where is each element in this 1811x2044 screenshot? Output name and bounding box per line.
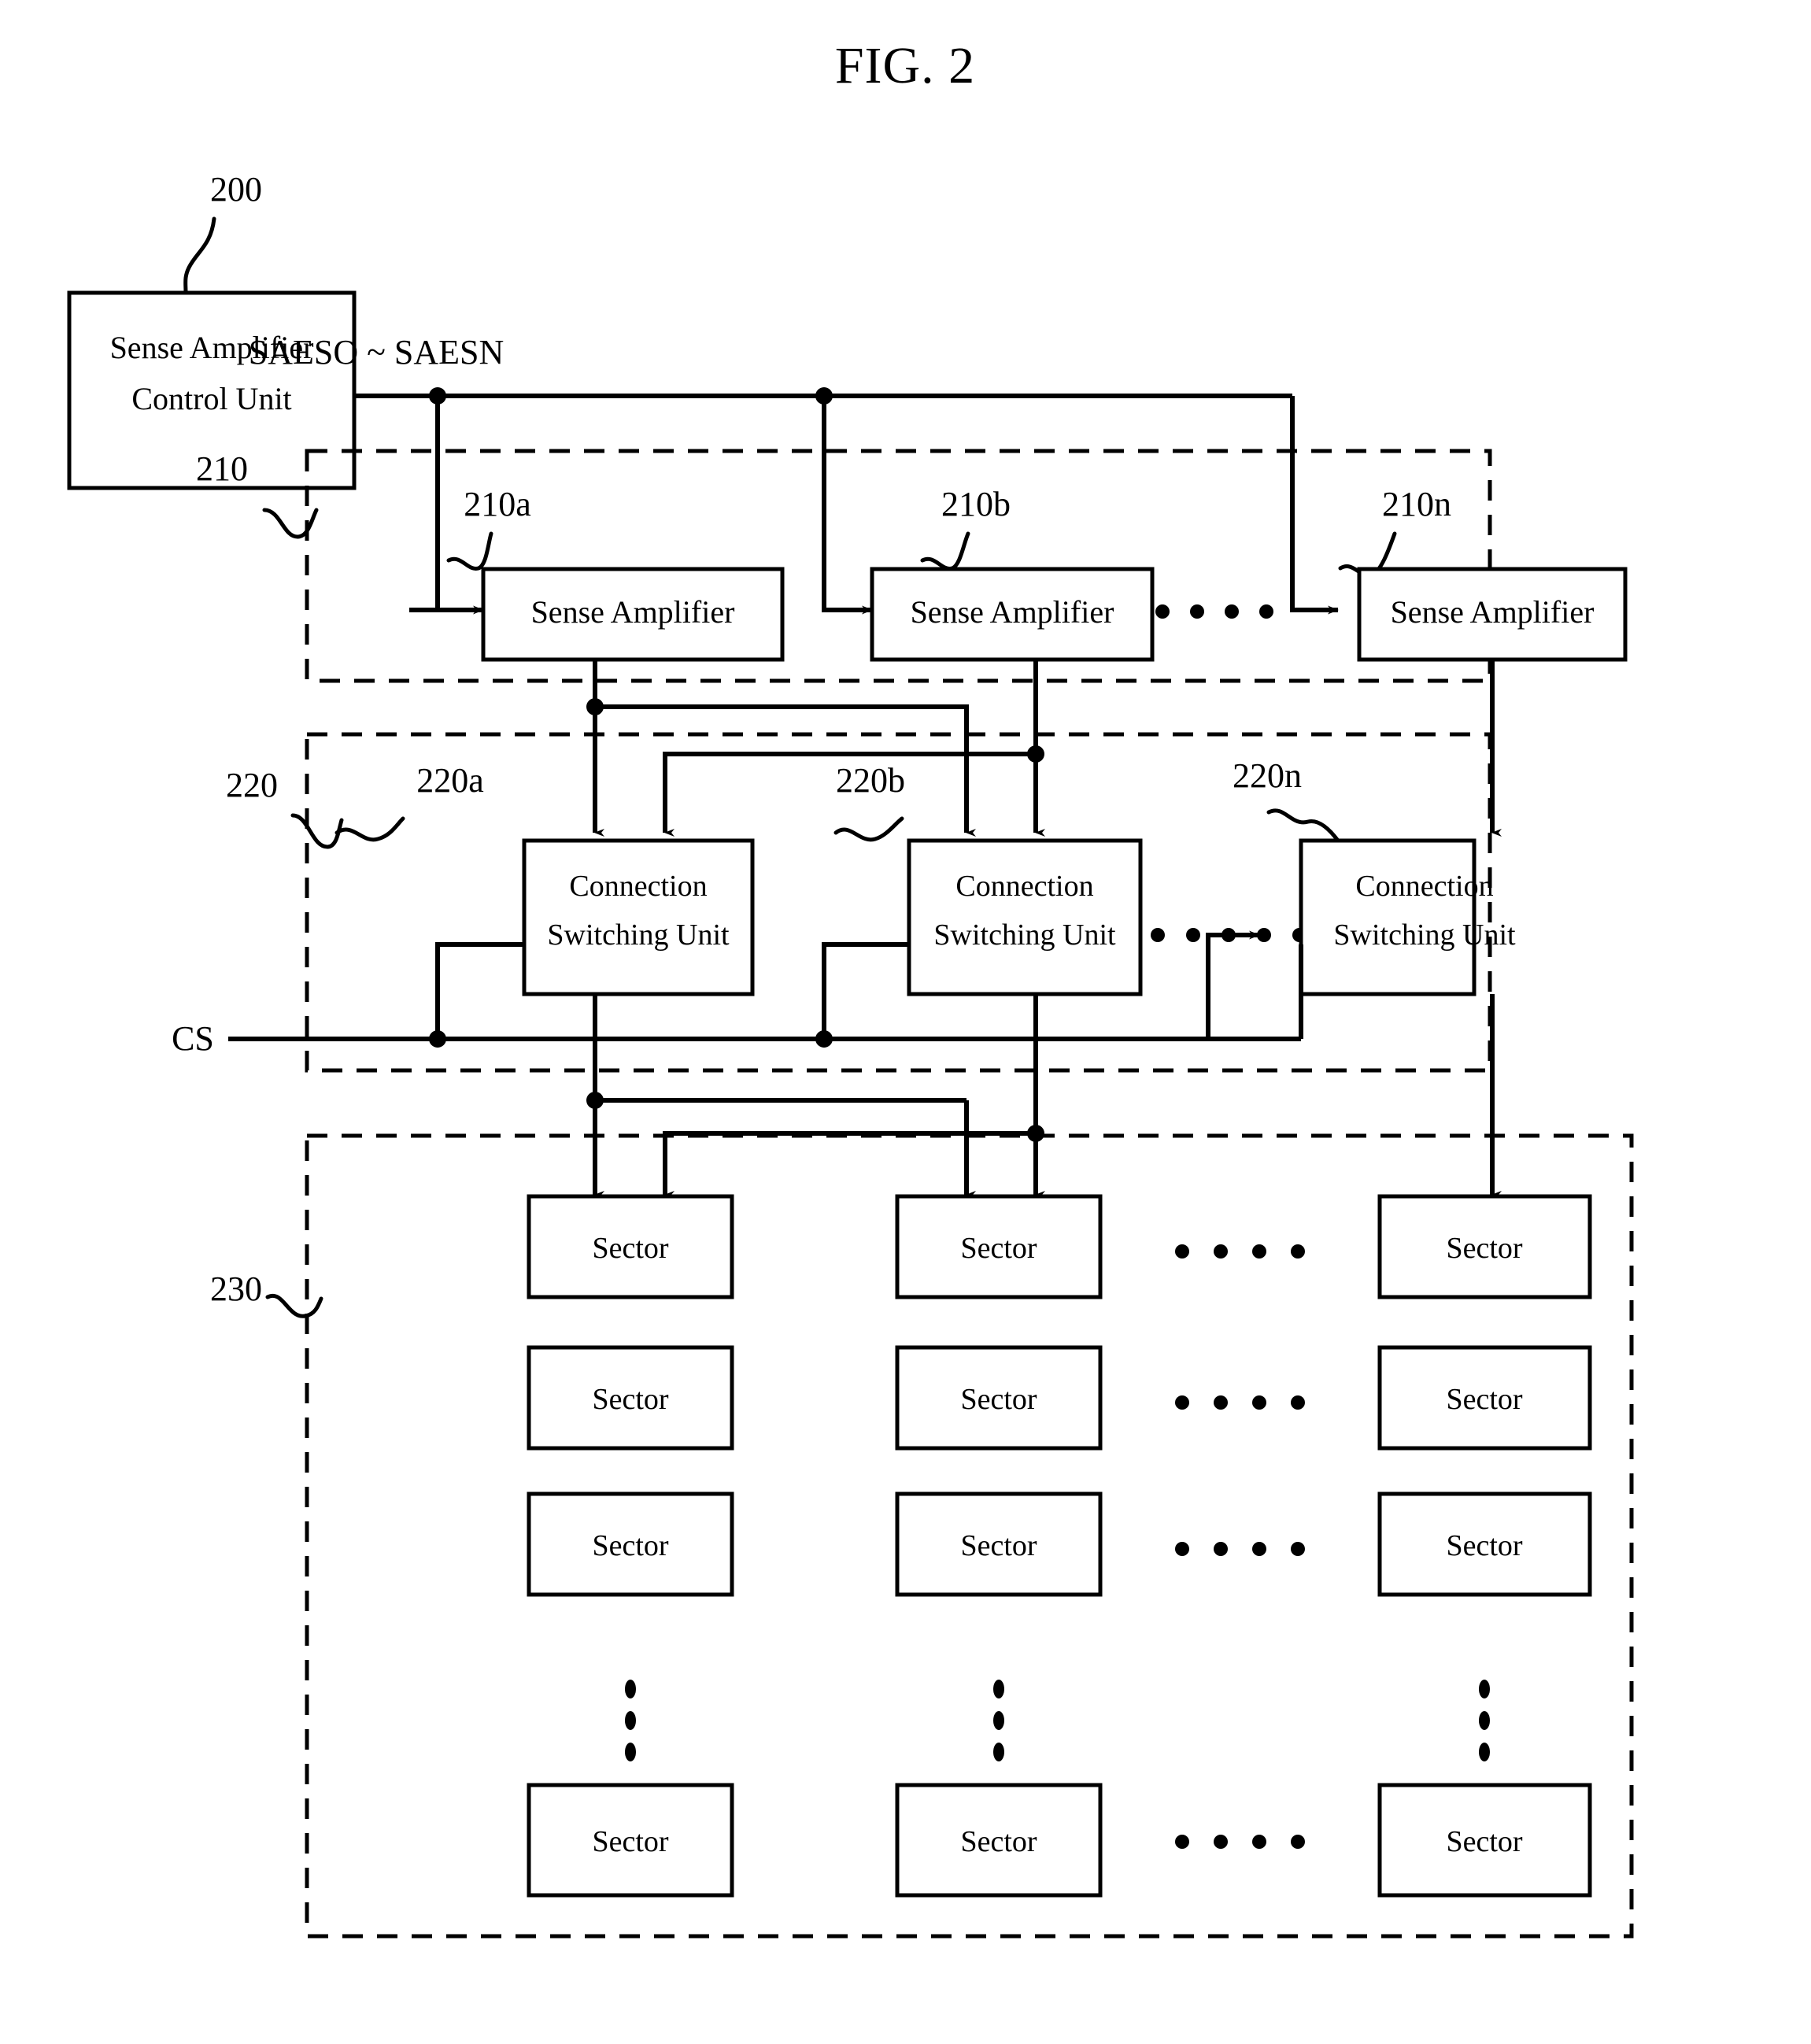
junction-dot-csu-b-out bbox=[1027, 1125, 1044, 1142]
sae-branch-a bbox=[409, 396, 440, 612]
sector-row3-dot-2 bbox=[1214, 1542, 1228, 1556]
cs-branch-to-csu-a bbox=[435, 942, 524, 1039]
leader-line-210b bbox=[920, 531, 970, 571]
sa-a-out-branch-h bbox=[595, 704, 969, 754]
sae-branch-b bbox=[822, 396, 873, 615]
sector-col1-vdot-2 bbox=[625, 1711, 636, 1730]
sector-row2-dot-4 bbox=[1291, 1395, 1305, 1410]
ref-label-210n: 210n bbox=[1382, 485, 1451, 523]
sector-col2-vdot-1 bbox=[993, 1680, 1004, 1698]
junction-dot-cs-b bbox=[815, 1030, 833, 1048]
sector-label-r4c2: Sector bbox=[960, 1825, 1037, 1858]
cs-signal-label: CS bbox=[172, 1019, 214, 1058]
leader-line-230 bbox=[265, 1293, 323, 1318]
patent-diagram: FIG. 2 200 Sense Amplifier Control Unit … bbox=[67, 37, 1634, 1939]
connection-switching-unit-block-220a[interactable] bbox=[522, 838, 755, 996]
figure-canvas: FIG. 2 200 Sense Amplifier Control Unit … bbox=[0, 0, 1811, 2044]
sector-row1-dot-2 bbox=[1214, 1244, 1228, 1259]
sector-label-r3c2: Sector bbox=[960, 1529, 1037, 1562]
sense-amplifier-210n-label: Sense Amplifier bbox=[1391, 594, 1595, 630]
csu-row-dot-2 bbox=[1186, 928, 1200, 942]
sector-row3-dot-4 bbox=[1291, 1542, 1305, 1556]
sector-label-r2c3: Sector bbox=[1446, 1383, 1522, 1416]
sector-row2-dot-3 bbox=[1252, 1395, 1266, 1410]
page-title: FIG. 2 bbox=[835, 37, 975, 94]
sector-row3-dot-3 bbox=[1252, 1542, 1266, 1556]
junction-dot-sae-b bbox=[815, 387, 833, 405]
leader-line-220n bbox=[1266, 808, 1340, 843]
sae-branch-n bbox=[1290, 396, 1339, 615]
sae-bus-label: SAESO ~ SAESN bbox=[249, 333, 504, 371]
ref-label-220b: 220b bbox=[836, 761, 905, 800]
csu-220n-label-line2: Switching Unit bbox=[1333, 919, 1516, 952]
sector-col1-vdot-1 bbox=[625, 1680, 636, 1698]
leader-line-200 bbox=[183, 216, 216, 295]
sector-row1-dot-4 bbox=[1291, 1244, 1305, 1259]
sense-amp-row-dot-1 bbox=[1155, 604, 1170, 619]
sector-row1-dot-1 bbox=[1175, 1244, 1189, 1259]
csu-220b-label-line2: Switching Unit bbox=[933, 919, 1116, 952]
sector-row2-dot-2 bbox=[1214, 1395, 1228, 1410]
junction-dot-sa-b-out bbox=[1027, 745, 1044, 763]
sector-label-r4c3: Sector bbox=[1446, 1825, 1522, 1858]
sector-row2-dot-1 bbox=[1175, 1395, 1189, 1410]
ref-label-220: 220 bbox=[226, 766, 278, 804]
sector-label-r2c1: Sector bbox=[592, 1383, 668, 1416]
sector-label-r3c3: Sector bbox=[1446, 1529, 1522, 1562]
sector-label-r1c2: Sector bbox=[960, 1232, 1037, 1265]
leader-line-220a bbox=[334, 816, 405, 842]
junction-dot-csu-a-out bbox=[586, 1092, 604, 1109]
ref-label-210a: 210a bbox=[464, 485, 531, 523]
leader-line-210a bbox=[446, 531, 493, 571]
sector-label-r4c1: Sector bbox=[592, 1825, 668, 1858]
sector-row4-dot-4 bbox=[1291, 1835, 1305, 1849]
sa-a-out-branch-to-csu-a2 bbox=[663, 752, 966, 837]
sense-amp-row-dot-4 bbox=[1259, 604, 1273, 619]
ref-label-210: 210 bbox=[196, 449, 248, 488]
ref-label-210b: 210b bbox=[941, 485, 1011, 523]
csu-chain-arrow-n bbox=[1206, 930, 1260, 1039]
sector-col3-vdot-1 bbox=[1479, 1680, 1490, 1698]
sector-col2-vdot-3 bbox=[993, 1743, 1004, 1761]
junction-dot-sae-a bbox=[429, 387, 446, 405]
csu-220a-label-line2: Switching Unit bbox=[547, 919, 730, 952]
sector-row4-dot-2 bbox=[1214, 1835, 1228, 1849]
junction-dot-sa-a-out bbox=[586, 698, 604, 715]
ref-label-220n: 220n bbox=[1233, 756, 1302, 795]
csu-a-out-branch-to-sector2 bbox=[663, 1100, 969, 1199]
control-unit-label-line2: Control Unit bbox=[131, 381, 291, 416]
sector-label-r1c3: Sector bbox=[1446, 1232, 1522, 1265]
sense-amplifier-210a-label: Sense Amplifier bbox=[531, 594, 735, 630]
sector-col2-vdot-2 bbox=[993, 1711, 1004, 1730]
ref-label-200: 200 bbox=[210, 170, 262, 209]
leader-line-220 bbox=[290, 813, 344, 849]
sector-col3-vdot-3 bbox=[1479, 1743, 1490, 1761]
leader-line-220b bbox=[833, 816, 904, 842]
junction-dot-cs-a bbox=[429, 1030, 446, 1048]
csu-220a-label-line1: Connection bbox=[569, 870, 707, 903]
sector-label-r2c2: Sector bbox=[960, 1383, 1037, 1416]
sense-amp-row-dot-2 bbox=[1190, 604, 1204, 619]
csu-row-dot-1 bbox=[1151, 928, 1165, 942]
ref-label-230: 230 bbox=[210, 1270, 262, 1308]
sector-row3-dot-1 bbox=[1175, 1542, 1189, 1556]
connection-switching-unit-block-220n[interactable] bbox=[1299, 838, 1477, 996]
connection-switching-unit-block-220b[interactable] bbox=[907, 838, 1143, 996]
cs-branch-to-csu-b bbox=[822, 942, 909, 1039]
sector-col3-vdot-2 bbox=[1479, 1711, 1490, 1730]
sense-amplifier-210b-label: Sense Amplifier bbox=[911, 594, 1114, 630]
sector-row4-dot-1 bbox=[1175, 1835, 1189, 1849]
csu-220b-label-line1: Connection bbox=[955, 870, 1093, 903]
sector-row4-dot-3 bbox=[1252, 1835, 1266, 1849]
sector-col1-vdot-3 bbox=[625, 1743, 636, 1761]
ref-label-220a: 220a bbox=[416, 761, 484, 800]
sector-label-r1c1: Sector bbox=[592, 1232, 668, 1265]
sector-label-r3c1: Sector bbox=[592, 1529, 668, 1562]
sense-amp-row-dot-3 bbox=[1225, 604, 1239, 619]
csu-220n-label-line1: Connection bbox=[1355, 870, 1493, 903]
sector-row1-dot-3 bbox=[1252, 1244, 1266, 1259]
